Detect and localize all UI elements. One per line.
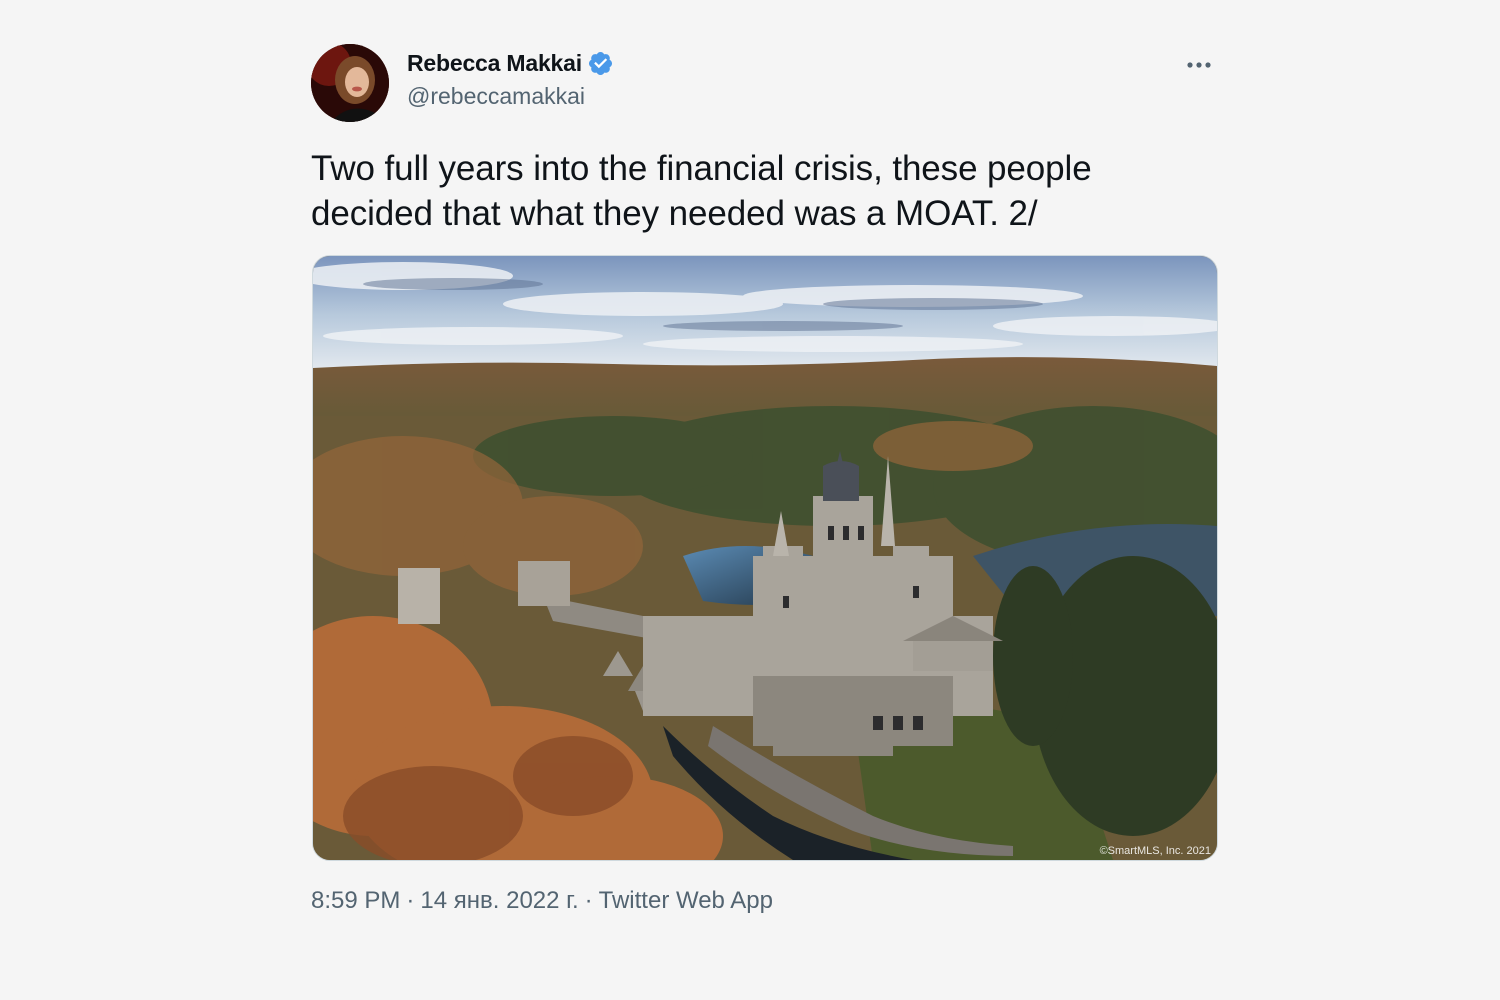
- more-horizontal-icon: [1187, 62, 1211, 68]
- media-credit: ©SmartMLS, Inc. 2021: [1099, 845, 1211, 857]
- avatar-image: [311, 44, 389, 122]
- tweet-date[interactable]: 14 янв. 2022 г.: [420, 887, 578, 915]
- castle-photo: [313, 256, 1217, 860]
- verified-badge-icon: [587, 50, 614, 77]
- tweet-time[interactable]: 8:59 PM: [311, 887, 400, 915]
- tweet-source-link[interactable]: Twitter Web App: [599, 887, 773, 915]
- tweet-text: Two full years into the financial crisis…: [311, 149, 1092, 233]
- avatar[interactable]: [311, 44, 389, 122]
- name-row: Rebecca Makkai: [407, 50, 614, 77]
- more-options-button[interactable]: [1181, 50, 1217, 80]
- tweet-meta: 8:59 PM · 14 янв. 2022 г. · Twitter Web …: [311, 887, 773, 915]
- meta-separator: ·: [406, 887, 415, 914]
- display-name[interactable]: Rebecca Makkai: [407, 50, 582, 77]
- meta-separator: ·: [584, 887, 593, 914]
- tweet-media-photo[interactable]: ©SmartMLS, Inc. 2021: [312, 255, 1218, 861]
- user-handle[interactable]: @rebeccamakkai: [407, 83, 585, 110]
